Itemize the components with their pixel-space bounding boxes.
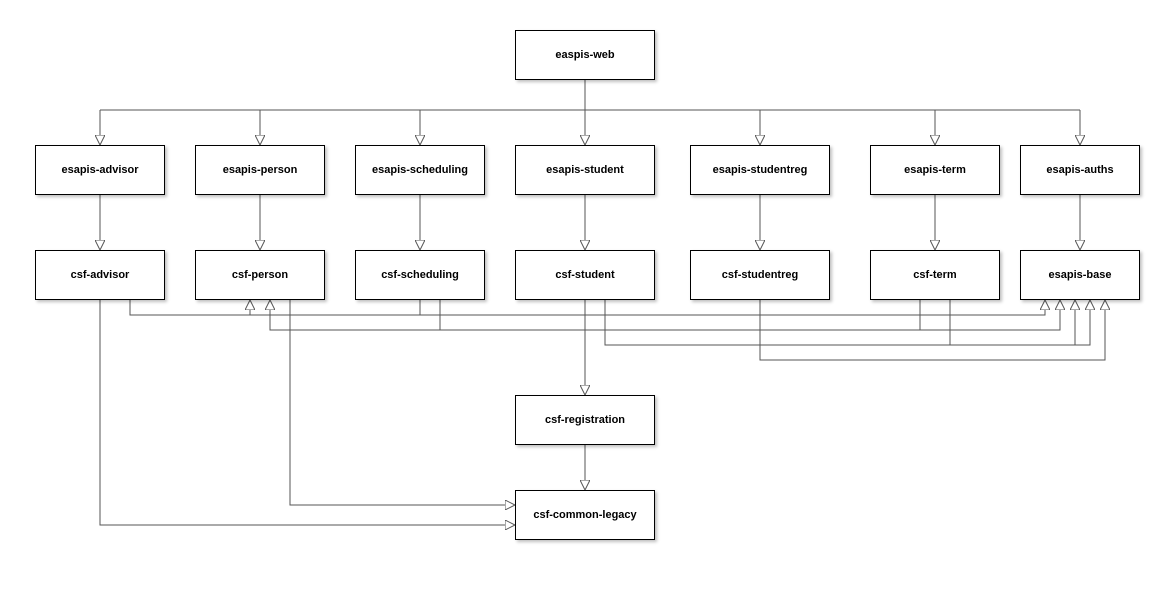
node-label: easpis-web: [555, 49, 614, 61]
node-label: esapis-student: [546, 164, 624, 176]
node-csf-registration: csf-registration: [515, 395, 655, 445]
node-esapis-person: esapis-person: [195, 145, 325, 195]
node-label: csf-registration: [545, 414, 625, 426]
node-esapis-scheduling: esapis-scheduling: [355, 145, 485, 195]
node-esapis-term: esapis-term: [870, 145, 1000, 195]
node-csf-scheduling: csf-scheduling: [355, 250, 485, 300]
node-label: csf-common-legacy: [533, 509, 636, 521]
node-csf-common-legacy: csf-common-legacy: [515, 490, 655, 540]
node-esapis-auths: esapis-auths: [1020, 145, 1140, 195]
node-csf-studentreg: csf-studentreg: [690, 250, 830, 300]
node-esapis-base: esapis-base: [1020, 250, 1140, 300]
node-label: csf-person: [232, 269, 288, 281]
node-label: csf-student: [555, 269, 614, 281]
node-esapis-student: esapis-student: [515, 145, 655, 195]
node-label: esapis-advisor: [61, 164, 138, 176]
node-csf-student: csf-student: [515, 250, 655, 300]
node-csf-advisor: csf-advisor: [35, 250, 165, 300]
node-label: esapis-studentreg: [713, 164, 808, 176]
node-easpis-web: easpis-web: [515, 30, 655, 80]
node-csf-term: csf-term: [870, 250, 1000, 300]
node-label: csf-studentreg: [722, 269, 798, 281]
node-label: esapis-scheduling: [372, 164, 468, 176]
diagram-canvas: easpis-web esapis-advisor esapis-person …: [0, 0, 1165, 610]
node-label: esapis-term: [904, 164, 966, 176]
node-esapis-studentreg: esapis-studentreg: [690, 145, 830, 195]
node-csf-person: csf-person: [195, 250, 325, 300]
node-label: esapis-auths: [1046, 164, 1113, 176]
node-label: esapis-person: [223, 164, 298, 176]
node-label: esapis-base: [1049, 269, 1112, 281]
node-esapis-advisor: esapis-advisor: [35, 145, 165, 195]
node-label: csf-advisor: [71, 269, 130, 281]
node-label: csf-scheduling: [381, 269, 459, 281]
node-label: csf-term: [913, 269, 956, 281]
